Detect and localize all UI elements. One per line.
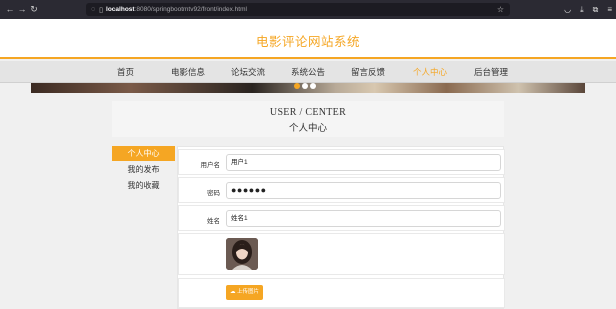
nav-item-user-center[interactable]: 个人中心 — [413, 61, 447, 83]
nav-item-notices[interactable]: 系统公告 — [291, 61, 325, 83]
upload-button-label: 上传图片 — [237, 289, 260, 295]
cloud-upload-icon: ☁ — [229, 289, 236, 295]
avatar — [226, 238, 258, 270]
section-title-en: USER / CENTER — [269, 107, 347, 118]
form-row-avatar — [178, 233, 505, 275]
carousel-dots — [294, 83, 316, 89]
nav-item-feedback[interactable]: 留言反馈 — [351, 61, 385, 83]
password-label: 密码 — [207, 190, 220, 197]
carousel-dot[interactable] — [310, 83, 316, 89]
forward-arrow-icon[interactable]: → — [16, 0, 28, 19]
site-header: 电影评论网站系统 — [0, 19, 616, 59]
sidebar-item-user-center[interactable]: 个人中心 — [112, 146, 175, 161]
toolbar-actions: ◡ ⤓ ⧉ ≡ — [564, 0, 612, 19]
profile-form: 用户名 用户1 密码 ●●●●●● 姓名 姓名1 ☁ 上传图片 — [177, 146, 505, 309]
site-title: 电影评论网站系统 — [255, 35, 360, 49]
url-path: :8080/springbootmtv92/front/index.html — [134, 6, 247, 13]
nav-item-home[interactable]: 首页 — [117, 61, 134, 83]
url-host: localhost — [106, 6, 135, 13]
carousel-dot[interactable] — [302, 83, 308, 89]
address-bar[interactable]: ◌ ▯ localhost :8080/springbootmtv92/fron… — [86, 3, 510, 16]
download-icon[interactable]: ⤓ — [580, 5, 584, 15]
main-nav: 首页 电影信息 论坛交流 系统公告 留言反馈 个人中心 后台管理 — [0, 61, 616, 83]
carousel-dot[interactable] — [294, 83, 300, 89]
pocket-icon[interactable]: ◡ — [564, 5, 571, 14]
form-row-username: 用户名 用户1 — [178, 149, 505, 175]
avatar-photo-icon — [226, 238, 258, 270]
reload-icon[interactable]: ↻ — [28, 0, 40, 19]
shield-icon: ◌ — [91, 6, 96, 13]
nav-item-forum[interactable]: 论坛交流 — [231, 61, 265, 83]
page-icon: ▯ — [99, 6, 104, 14]
section-header: USER / CENTER 个人中心 — [112, 101, 504, 137]
browser-toolbar: ← → ↻ ◌ ▯ localhost :8080/springbootmtv9… — [0, 0, 616, 19]
form-row-upload: ☁ 上传图片 — [178, 278, 505, 308]
form-row-password: 密码 ●●●●●● — [178, 177, 505, 203]
password-input[interactable]: ●●●●●● — [226, 182, 501, 199]
sidebar-item-my-posts[interactable]: 我的发布 — [112, 162, 175, 177]
nav-item-movies[interactable]: 电影信息 — [171, 61, 205, 83]
name-input[interactable]: 姓名1 — [226, 210, 501, 227]
user-sidebar: 个人中心 我的发布 我的收藏 — [112, 146, 175, 194]
back-arrow-icon[interactable]: ← — [4, 0, 16, 19]
username-label: 用户名 — [200, 162, 221, 169]
sidebar-item-my-favorites[interactable]: 我的收藏 — [112, 178, 175, 193]
upload-image-button[interactable]: ☁ 上传图片 — [226, 285, 263, 300]
nav-item-admin[interactable]: 后台管理 — [474, 61, 508, 83]
username-input[interactable]: 用户1 — [226, 154, 501, 171]
bookmark-star-icon[interactable]: ☆ — [497, 3, 504, 16]
extensions-icon[interactable]: ⧉ — [593, 5, 599, 15]
section-title-cn: 个人中心 — [288, 124, 327, 134]
menu-icon[interactable]: ≡ — [607, 5, 612, 14]
form-row-name: 姓名 姓名1 — [178, 205, 505, 231]
name-label: 姓名 — [207, 218, 220, 225]
